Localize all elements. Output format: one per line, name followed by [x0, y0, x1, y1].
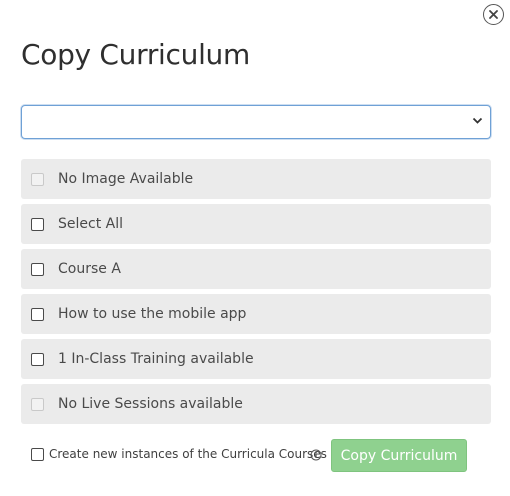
mobile-app-checkbox[interactable]: [31, 307, 44, 321]
chevron-down-icon: [472, 117, 483, 124]
list-item-course-a[interactable]: Course A: [21, 249, 491, 289]
in-class-training-checkbox[interactable]: [31, 352, 44, 366]
select-all-checkbox[interactable]: [31, 217, 44, 231]
list-item-label: How to use the mobile app: [58, 306, 247, 322]
list-item-no-image: No Image Available: [21, 159, 491, 199]
info-icon[interactable]: [310, 449, 322, 461]
course-a-checkbox[interactable]: [31, 262, 44, 276]
dialog-title: Copy Curriculum: [21, 38, 250, 71]
list-item-label: No Image Available: [58, 171, 194, 187]
close-button[interactable]: [483, 4, 504, 25]
list-item-no-live-sessions: No Live Sessions available: [21, 384, 491, 424]
list-item-mobile-app[interactable]: How to use the mobile app: [21, 294, 491, 334]
list-item-select-all[interactable]: Select All: [21, 204, 491, 244]
create-new-instances-checkbox[interactable]: [31, 448, 44, 461]
create-new-instances-label: Create new instances of the Curricula Co…: [49, 447, 327, 461]
dialog-footer: Create new instances of the Curricula Co…: [30, 439, 470, 473]
close-icon: [489, 10, 498, 19]
curriculum-select[interactable]: [21, 105, 491, 139]
list-item-label: Select All: [58, 216, 123, 232]
copy-curriculum-button[interactable]: Copy Curriculum: [331, 439, 467, 472]
list-item-label: No Live Sessions available: [58, 396, 243, 412]
list-item-label: Course A: [58, 261, 121, 277]
no-image-checkbox: [31, 172, 44, 186]
no-live-sessions-checkbox: [31, 397, 44, 411]
copy-curriculum-dialog: Copy Curriculum No Image Available Selec…: [0, 0, 510, 496]
list-item-label: 1 In-Class Training available: [58, 351, 254, 367]
list-item-in-class-training[interactable]: 1 In-Class Training available: [21, 339, 491, 379]
course-list: No Image Available Select All Course A H…: [21, 159, 491, 429]
